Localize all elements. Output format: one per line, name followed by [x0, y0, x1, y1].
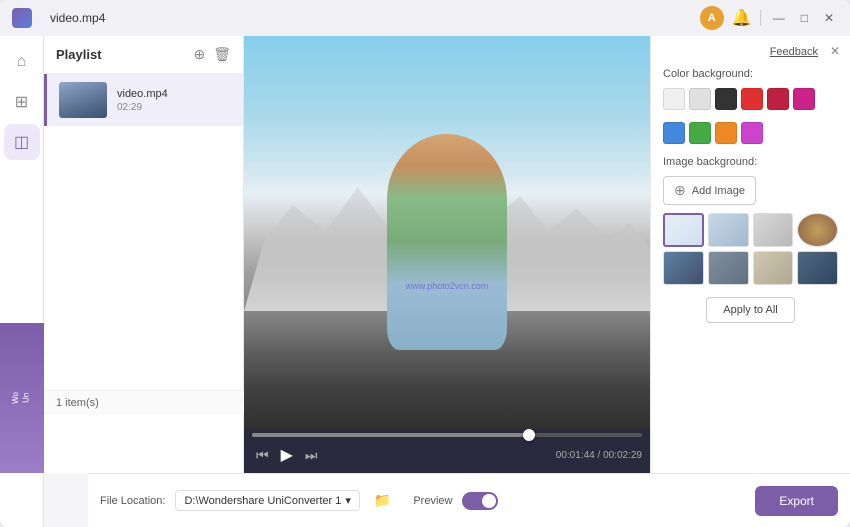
playlist-thumbnail	[59, 82, 107, 118]
bg-thumb-6[interactable]	[708, 251, 749, 285]
chevron-down-icon: ▾	[345, 494, 351, 507]
edit-icon: ◫	[14, 132, 29, 152]
color-swatch-pink[interactable]	[793, 88, 815, 110]
bottom-bar: File Location: D:\Wondershare UniConvert…	[88, 473, 850, 527]
file-location-value: D:\Wondershare UniConverter 1	[184, 495, 341, 507]
bg-thumb-5[interactable]	[663, 251, 704, 285]
color-swatch-black[interactable]	[715, 88, 737, 110]
user-avatar: A	[700, 6, 724, 30]
video-bottom-controls: ⏮ ▶ ⏭ 00:01:44 / 00:02:29	[252, 443, 642, 467]
playlist-title: Playlist	[56, 47, 102, 62]
bg-thumb-7[interactable]	[753, 251, 794, 285]
playlist-item[interactable]: video.mp4 02:29	[44, 74, 243, 126]
bg-thumb-1[interactable]	[663, 213, 704, 247]
playlist-header: Playlist ⊕ 🗑	[44, 36, 243, 74]
bg-thumbnails-row1	[663, 213, 838, 247]
video-progress-fill	[252, 433, 529, 437]
playlist-count: 1 item(s)	[44, 390, 244, 415]
color-swatch-purple[interactable]	[741, 122, 763, 144]
playlist-item-name: video.mp4	[117, 88, 231, 100]
color-swatch-white[interactable]	[663, 88, 685, 110]
playlist-item-duration: 02:29	[117, 102, 231, 113]
video-watermark: www.photo2vcn.com	[406, 281, 489, 291]
add-playlist-button[interactable]: ⊕	[193, 46, 205, 63]
video-container: www.photo2vcn.com	[244, 36, 650, 429]
sidebar-item-edit[interactable]: ◫	[4, 124, 40, 160]
bg-thumb-3[interactable]	[753, 213, 794, 247]
color-swatch-orange[interactable]	[715, 122, 737, 144]
image-bg-label: Image background:	[663, 156, 838, 168]
sidebar-item-home[interactable]: ⌂	[4, 44, 40, 80]
export-button[interactable]: Export	[755, 486, 838, 516]
current-time: 00:01:44	[556, 450, 595, 461]
content-area: Playlist ⊕ 🗑 video.mp4 02:29 1 item(s)	[44, 36, 850, 527]
playlist-item-info: video.mp4 02:29	[117, 88, 231, 113]
app-icon	[12, 8, 32, 28]
video-progress-bar[interactable]	[252, 433, 642, 437]
window-title: video.mp4	[50, 11, 690, 25]
bg-thumbnails-row2	[663, 251, 838, 285]
video-background: www.photo2vcn.com	[244, 36, 650, 429]
bg-thumb-2[interactable]	[708, 213, 749, 247]
bell-icon[interactable]: 🔔	[732, 8, 752, 28]
file-location-label: File Location:	[100, 495, 165, 507]
right-panel: Feedback ✕ Color background:	[650, 36, 850, 473]
video-person	[387, 134, 507, 350]
color-swatch-red[interactable]	[741, 88, 763, 110]
color-bg-label: Color background:	[663, 68, 838, 80]
convert-icon: ⊞	[15, 92, 28, 112]
rewind-button[interactable]: ⏮	[252, 445, 273, 466]
preview-label: Preview	[413, 495, 452, 507]
add-image-button[interactable]: ⊕ Add Image	[663, 176, 756, 205]
folder-icon[interactable]: 📁	[370, 490, 395, 511]
video-progress-handle[interactable]	[523, 429, 535, 441]
feedback-link[interactable]: Feedback	[770, 46, 818, 58]
image-bg-section: Image background: ⊕ Add Image	[663, 156, 838, 285]
apply-to-all-button[interactable]: Apply to All	[706, 297, 794, 323]
preview-toggle[interactable]	[462, 492, 498, 510]
bg-thumb-4[interactable]	[797, 213, 838, 247]
playlist-panel: Playlist ⊕ 🗑 video.mp4 02:29 1 item(s)	[44, 36, 244, 473]
bg-thumb-8[interactable]	[797, 251, 838, 285]
color-swatch-blue[interactable]	[663, 122, 685, 144]
color-swatches-row2	[663, 122, 838, 144]
color-swatches-row1	[663, 88, 838, 110]
playlist-actions: ⊕ 🗑	[193, 46, 231, 63]
color-swatch-crimson[interactable]	[767, 88, 789, 110]
video-area: www.photo2vcn.com ⏮ ▶ ⏭ 00:01:44 /	[244, 36, 650, 473]
forward-button[interactable]: ⏭	[301, 445, 322, 466]
delete-playlist-button[interactable]: 🗑	[213, 46, 231, 63]
app-window: video.mp4 A 🔔 — □ ✕ ⌂ ⊞ ◫ WoUn Play	[0, 0, 850, 527]
video-controls: ⏮ ▶ ⏭ 00:01:44 / 00:02:29	[244, 429, 650, 473]
video-time: 00:01:44 / 00:02:29	[556, 450, 642, 461]
total-time: 00:02:29	[603, 450, 642, 461]
toggle-knob	[482, 494, 496, 508]
play-button[interactable]: ▶	[277, 443, 297, 467]
file-location-select[interactable]: D:\Wondershare UniConverter 1 ▾	[175, 490, 359, 511]
plus-icon: ⊕	[674, 182, 686, 199]
promo-card[interactable]: WoUn	[0, 323, 44, 473]
close-button[interactable]: ✕	[820, 9, 838, 27]
color-swatch-green[interactable]	[689, 122, 711, 144]
home-icon: ⌂	[17, 53, 27, 71]
close-panel-button[interactable]: ✕	[830, 44, 840, 58]
promo-text: WoUn	[11, 392, 32, 404]
title-bar: video.mp4 A 🔔 — □ ✕	[0, 0, 850, 36]
minimize-button[interactable]: —	[769, 9, 789, 27]
sidebar-item-convert[interactable]: ⊞	[4, 84, 40, 120]
maximize-button[interactable]: □	[797, 9, 812, 27]
add-image-label: Add Image	[692, 185, 745, 197]
color-swatch-lightgray[interactable]	[689, 88, 711, 110]
sidebar: ⌂ ⊞ ◫ WoUn	[0, 36, 44, 527]
separator	[760, 10, 761, 26]
